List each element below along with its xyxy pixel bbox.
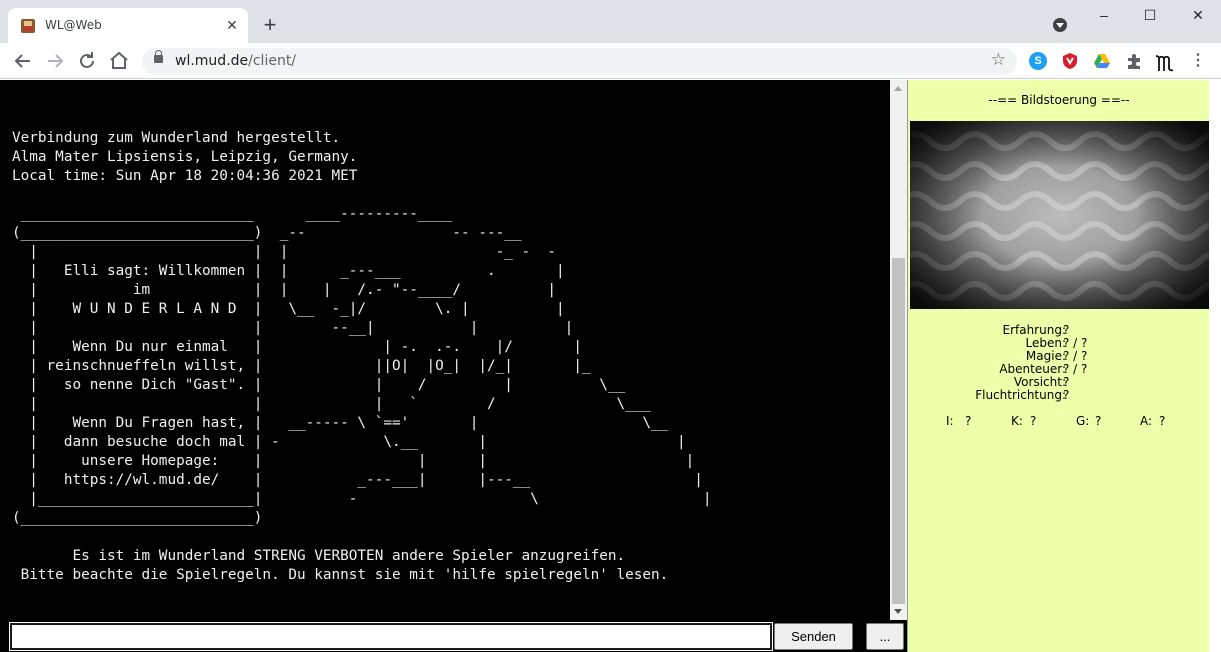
- stat-row: Leben:? / ?: [908, 336, 1210, 350]
- tab-search-icon[interactable]: [1053, 18, 1067, 32]
- stat-value: ?: [1063, 388, 1070, 402]
- stat-row: Fluchtrichtung:?: [908, 388, 1210, 402]
- stat-label: Leben:: [1025, 336, 1066, 350]
- forward-icon[interactable]: [43, 49, 67, 73]
- scrollbar-thumb[interactable]: [892, 258, 905, 604]
- terminal-scrollbar[interactable]: [890, 80, 907, 620]
- new-tab-button[interactable]: +: [258, 13, 282, 37]
- static-noise-pattern: [910, 121, 1209, 309]
- window-close-button[interactable]: ✕: [1175, 0, 1221, 32]
- status-panel: --== Bildstoerung ==-- Erfahrung: ? Lebe…: [907, 80, 1209, 652]
- tab-close-icon[interactable]: ✕: [222, 15, 242, 35]
- lock-icon[interactable]: [154, 50, 163, 63]
- scroll-up-icon[interactable]: [894, 86, 902, 91]
- mud-terminal-output: Verbindung zum Wunderland hergestellt. A…: [0, 80, 890, 620]
- menu-icon[interactable]: ⋮: [1189, 52, 1207, 70]
- profile-icon[interactable]: [1154, 52, 1176, 72]
- site-favicon-icon: [21, 19, 35, 33]
- stat-value: ?: [1063, 375, 1070, 389]
- back-icon[interactable]: [11, 49, 35, 73]
- attribute-key: G:: [1076, 414, 1090, 428]
- stat-value: ? / ?: [1063, 362, 1088, 376]
- url-text[interactable]: wl.mud.de/client/: [175, 53, 296, 69]
- drive-icon[interactable]: [1093, 52, 1111, 70]
- skype-icon[interactable]: S: [1029, 52, 1047, 70]
- attribute-value: ?: [1159, 414, 1166, 428]
- stat-row: Erfahrung:?: [908, 323, 1210, 337]
- attribute-value: ?: [1030, 414, 1037, 428]
- maximize-button[interactable]: ☐: [1127, 0, 1173, 32]
- send-button[interactable]: Senden: [774, 623, 853, 650]
- attribute-value: ?: [965, 414, 972, 428]
- extensions-icon[interactable]: [1125, 52, 1143, 70]
- minimize-button[interactable]: –: [1081, 0, 1127, 32]
- attribute-key: K:: [1011, 414, 1023, 428]
- stat-value: ? / ?: [1063, 336, 1088, 350]
- page-right-margin: [1209, 80, 1221, 652]
- attribute-key: I:: [946, 414, 954, 428]
- stat-row: Abenteuer:? / ?: [908, 362, 1210, 376]
- room-image: [910, 121, 1209, 309]
- reload-icon[interactable]: [75, 49, 99, 73]
- attribute-key: A:: [1140, 414, 1153, 428]
- browser-toolbar: wl.mud.de/client/ ☆ S ⋮: [0, 43, 1221, 79]
- bookmark-star-icon[interactable]: ☆: [991, 50, 1006, 70]
- command-input[interactable]: [9, 622, 773, 651]
- home-icon[interactable]: [107, 49, 131, 73]
- stat-label: Magie:: [1025, 349, 1066, 363]
- tab-title: WL@Web: [45, 18, 102, 32]
- stat-row: Vorsicht:?: [908, 375, 1210, 389]
- panel-title: --== Bildstoerung ==--: [988, 93, 1130, 107]
- stat-row: Magie:? / ?: [908, 349, 1210, 363]
- stat-label: Abenteuer:: [999, 362, 1066, 376]
- stat-label: Vorsicht:: [1013, 375, 1066, 389]
- stat-value: ? / ?: [1063, 349, 1088, 363]
- terminal-text: Verbindung zum Wunderland hergestellt. A…: [12, 130, 712, 583]
- character-stats: Erfahrung:? Leben:? / ? Magie:? / ? Abenteu…: [908, 323, 1210, 402]
- browser-tab[interactable]: WL@Web ✕: [8, 8, 248, 43]
- command-row: Senden ...: [0, 620, 907, 652]
- shield-icon[interactable]: [1061, 52, 1079, 70]
- stat-label: Erfahrung:: [1002, 323, 1066, 337]
- stat-value: ?: [1063, 323, 1070, 337]
- more-button[interactable]: ...: [866, 623, 904, 650]
- stat-label: Fluchtrichtung:: [975, 388, 1066, 402]
- page-content: Verbindung zum Wunderland hergestellt. A…: [0, 80, 1221, 652]
- scroll-down-icon[interactable]: [894, 609, 902, 614]
- address-bar[interactable]: wl.mud.de/client/ ☆: [142, 48, 1017, 75]
- attribute-value: ?: [1095, 414, 1102, 428]
- browser-tab-bar: WL@Web ✕ + – ☐ ✕: [0, 0, 1221, 43]
